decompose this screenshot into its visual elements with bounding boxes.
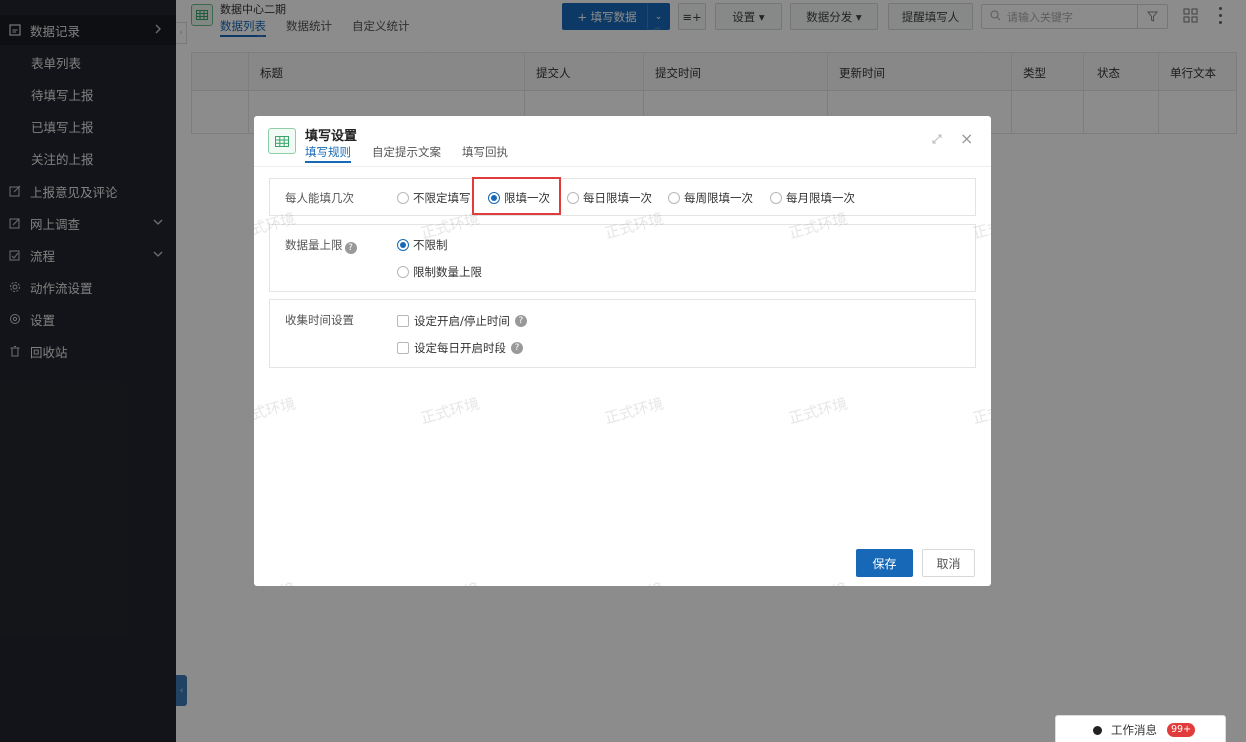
radio-circle[interactable] (567, 192, 579, 204)
radio-monthly-once[interactable]: 每月限填一次 (770, 190, 855, 206)
radio-circle-checked[interactable] (397, 239, 409, 251)
radio-weekly-once[interactable]: 每周限填一次 (668, 190, 753, 206)
checkbox-box[interactable] (397, 342, 409, 354)
checkbox-daily-period[interactable]: 设定每日开启时段? (397, 340, 523, 356)
radio-label: 不限定填写 (413, 191, 471, 205)
help-icon[interactable]: ? (514, 315, 527, 327)
work-messages-button[interactable]: 工作消息 99+ (1055, 715, 1226, 742)
radio-circle[interactable] (770, 192, 782, 204)
radio-circle[interactable] (397, 192, 409, 204)
unread-badge: 99+ (1167, 723, 1196, 737)
tab-fill-receipt[interactable]: 填写回执 (462, 144, 508, 163)
radio-label: 不限制 (413, 238, 448, 252)
form-table-icon (268, 128, 296, 154)
dialog-title: 填写设置 (305, 129, 358, 144)
close-icon[interactable]: × (960, 131, 973, 147)
save-button[interactable]: 保存 (856, 549, 913, 577)
dialog-divider (254, 166, 991, 167)
collect-time-label: 收集时间设置 (285, 313, 354, 327)
help-icon[interactable]: ? (344, 242, 357, 254)
checkbox-label: 设定开启/停止时间 (414, 314, 510, 328)
message-dot-icon (1093, 725, 1102, 735)
radio-label: 每日限填一次 (583, 191, 652, 205)
radio-circle[interactable] (397, 266, 409, 278)
fill-settings-dialog: 填写设置 填写规则 自定提示文案 填写回执 × 每人能填几次 不限定填写 限填一… (254, 116, 991, 586)
radio-no-limit[interactable]: 不限制 (397, 237, 448, 253)
tab-fill-rules[interactable]: 填写规则 (305, 144, 351, 163)
collect-time-section: 收集时间设置 设定开启/停止时间? 设定每日开启时段? (269, 299, 976, 368)
fill-count-section: 每人能填几次 不限定填写 限填一次 每日限填一次 每周限填一次 每月限填一次 (269, 178, 976, 216)
checkbox-box[interactable] (397, 315, 409, 327)
radio-limit-count[interactable]: 限制数量上限 (397, 264, 482, 280)
radio-circle[interactable] (668, 192, 680, 204)
radio-label: 限制数量上限 (413, 265, 482, 279)
checkbox-label: 设定每日开启时段 (414, 341, 506, 355)
checkbox-start-stop-time[interactable]: 设定开启/停止时间? (397, 313, 527, 329)
radio-label: 每月限填一次 (786, 191, 855, 205)
radio-label: 每周限填一次 (684, 191, 753, 205)
messages-label: 工作消息 (1111, 723, 1157, 737)
cancel-button[interactable]: 取消 (922, 549, 975, 577)
tab-custom-prompt[interactable]: 自定提示文案 (372, 144, 441, 163)
dialog-tabs: 填写规则 自定提示文案 填写回执 (305, 144, 508, 163)
data-limit-label: 数据量上限? (285, 237, 357, 254)
fill-count-label: 每人能填几次 (285, 191, 354, 205)
data-limit-text: 数据量上限 (285, 238, 343, 252)
expand-icon[interactable] (930, 132, 944, 146)
radio-daily-once[interactable]: 每日限填一次 (567, 190, 652, 206)
help-icon[interactable]: ? (511, 342, 523, 354)
selection-highlight-box (472, 177, 561, 215)
data-limit-section: 数据量上限? 不限制 限制数量上限 (269, 224, 976, 292)
radio-unlimited[interactable]: 不限定填写 (397, 190, 471, 206)
